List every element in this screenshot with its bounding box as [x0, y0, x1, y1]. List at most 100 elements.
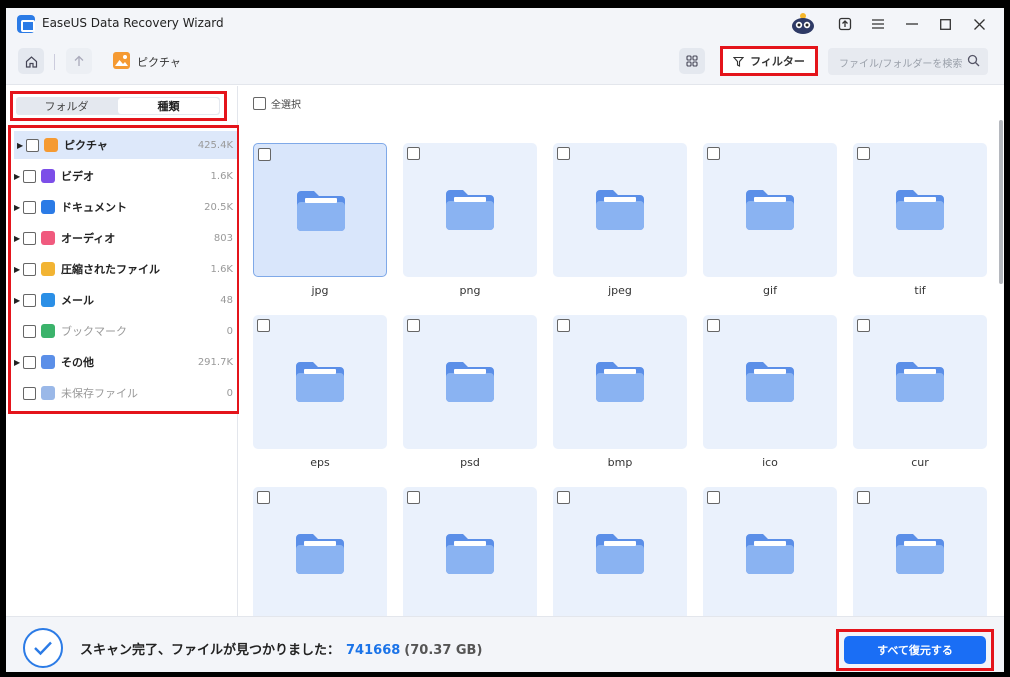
mascot-icon[interactable]	[789, 10, 817, 36]
window-title: EaseUS Data Recovery Wizard	[42, 16, 224, 30]
menu-icon[interactable]	[868, 14, 888, 34]
toolbar-divider	[54, 54, 55, 70]
expand-caret-icon[interactable]: ▶	[11, 296, 23, 305]
folder-card[interactable]	[853, 143, 987, 277]
sidebar-item[interactable]: ▶ メール 48	[11, 286, 237, 314]
folder-checkbox[interactable]	[557, 491, 570, 504]
sidebar: フォルダ 種類 ▶ ピクチャ 425.4K ▶ ビデオ 1.6K ▶ ドキュメント 20.5K ▶…	[6, 86, 240, 616]
expand-caret-icon[interactable]: ▶	[11, 203, 23, 212]
sidebar-item-checkbox[interactable]	[23, 355, 36, 369]
sidebar-item[interactable]: ▶ オーディオ 803	[11, 224, 237, 252]
view-toggle-button[interactable]	[679, 48, 705, 74]
toolbar: ピクチャ フィルター ファイル/フォルダーを検索	[6, 40, 1004, 85]
folder-card[interactable]	[403, 143, 537, 277]
folder-checkbox[interactable]	[258, 148, 271, 161]
sidebar-item-checkbox[interactable]	[23, 262, 36, 276]
sidebar-item[interactable]: ▶ ピクチャ 425.4K	[14, 131, 237, 159]
sidebar-item-checkbox[interactable]	[23, 169, 36, 183]
folder-checkbox[interactable]	[257, 319, 270, 332]
sidebar-item-checkbox[interactable]	[26, 138, 39, 152]
upgrade-icon[interactable]	[835, 14, 855, 34]
sidebar-item-checkbox[interactable]	[23, 200, 36, 214]
expand-caret-icon[interactable]: ▶	[11, 358, 23, 367]
sidebar-item-label: オーディオ	[61, 232, 116, 245]
expand-caret-icon[interactable]: ▶	[11, 172, 23, 181]
folder-checkbox[interactable]	[257, 491, 270, 504]
sidebar-item[interactable]: 未保存ファイル 0	[11, 379, 237, 407]
folder-icon	[594, 188, 646, 232]
folder-checkbox[interactable]	[407, 319, 420, 332]
search-input[interactable]: ファイル/フォルダーを検索	[828, 48, 988, 75]
folder-checkbox[interactable]	[857, 147, 870, 160]
sidebar-item-label: ピクチャ	[64, 139, 108, 152]
file-grid-panel: 全選択 jpg png jpeg gif tif eps psd bmp ico cur	[239, 86, 1004, 616]
folder-card[interactable]	[253, 143, 387, 277]
expand-caret-icon[interactable]: ▶	[11, 265, 23, 274]
sidebar-item-label: ビデオ	[61, 170, 94, 183]
up-button[interactable]	[66, 48, 92, 74]
sidebar-item-checkbox[interactable]	[23, 231, 36, 245]
view-tabs: フォルダ 種類	[16, 97, 220, 115]
folder-checkbox[interactable]	[407, 491, 420, 504]
folder-card[interactable]	[703, 315, 837, 449]
folder-label: psd	[460, 456, 480, 469]
tab-type[interactable]: 種類	[118, 98, 219, 114]
select-all-checkbox[interactable]	[253, 97, 266, 110]
search-icon[interactable]	[967, 54, 980, 67]
breadcrumb[interactable]: ピクチャ	[137, 54, 181, 70]
folder-checkbox[interactable]	[707, 319, 720, 332]
folder-card[interactable]	[553, 143, 687, 277]
scrollbar[interactable]	[999, 120, 1003, 284]
tab-folder[interactable]: フォルダ	[16, 97, 117, 115]
status-bar: スキャン完了、ファイルが見つかりました： 741668 (70.37 GB) すべて…	[6, 616, 1004, 672]
recover-all-button[interactable]: すべて復元する	[844, 636, 986, 664]
folder-checkbox[interactable]	[557, 147, 570, 160]
folder-checkbox[interactable]	[557, 319, 570, 332]
search-placeholder: ファイル/フォルダーを検索	[839, 59, 963, 70]
sidebar-item[interactable]: ▶ ドキュメント 20.5K	[11, 193, 237, 221]
sidebar-item[interactable]: ブックマーク 0	[11, 317, 237, 345]
folder-label: eps	[310, 456, 330, 469]
folder-card[interactable]	[403, 315, 537, 449]
sidebar-item-label: 未保存ファイル	[61, 387, 138, 400]
folder-card[interactable]	[553, 487, 687, 616]
folder-label: png	[459, 284, 481, 297]
sidebar-item-count: 425.4K	[197, 139, 233, 151]
app-logo-icon	[17, 15, 35, 33]
folder-card[interactable]	[553, 315, 687, 449]
folder-checkbox[interactable]	[407, 147, 420, 160]
found-size: (70.37 GB)	[404, 643, 483, 658]
unsaved-file-icon	[41, 386, 55, 400]
sidebar-item-label: 圧縮されたファイル	[61, 263, 160, 276]
home-button[interactable]	[18, 48, 44, 74]
folder-card[interactable]	[853, 315, 987, 449]
sidebar-item[interactable]: ▶ その他 291.7K	[11, 348, 237, 376]
sidebar-item-checkbox[interactable]	[23, 386, 36, 400]
sidebar-item-count: 803	[213, 232, 233, 244]
folder-icon	[894, 188, 946, 232]
folder-card[interactable]	[853, 487, 987, 616]
folder-card[interactable]	[253, 315, 387, 449]
maximize-icon[interactable]	[935, 14, 955, 34]
sidebar-item-count: 0	[226, 325, 233, 337]
select-all[interactable]: 全選択	[253, 96, 301, 111]
expand-caret-icon[interactable]: ▶	[11, 234, 23, 243]
folder-checkbox[interactable]	[857, 319, 870, 332]
sidebar-item-checkbox[interactable]	[23, 324, 36, 338]
expand-caret-icon[interactable]: ▶	[14, 141, 26, 150]
folder-card[interactable]	[403, 487, 537, 616]
minimize-icon[interactable]	[902, 14, 922, 34]
folder-checkbox[interactable]	[707, 491, 720, 504]
folder-checkbox[interactable]	[857, 491, 870, 504]
close-icon[interactable]	[969, 14, 989, 34]
sidebar-item-checkbox[interactable]	[23, 293, 36, 307]
folder-checkbox[interactable]	[707, 147, 720, 160]
folder-card[interactable]	[703, 143, 837, 277]
sidebar-item[interactable]: ▶ 圧縮されたファイル 1.6K	[11, 255, 237, 283]
folder-card[interactable]	[253, 487, 387, 616]
filter-button[interactable]: フィルター	[720, 46, 818, 76]
sidebar-item[interactable]: ▶ ビデオ 1.6K	[11, 162, 237, 190]
folder-card[interactable]	[703, 487, 837, 616]
sidebar-item-count: 20.5K	[204, 201, 233, 213]
folder-icon	[444, 532, 496, 576]
